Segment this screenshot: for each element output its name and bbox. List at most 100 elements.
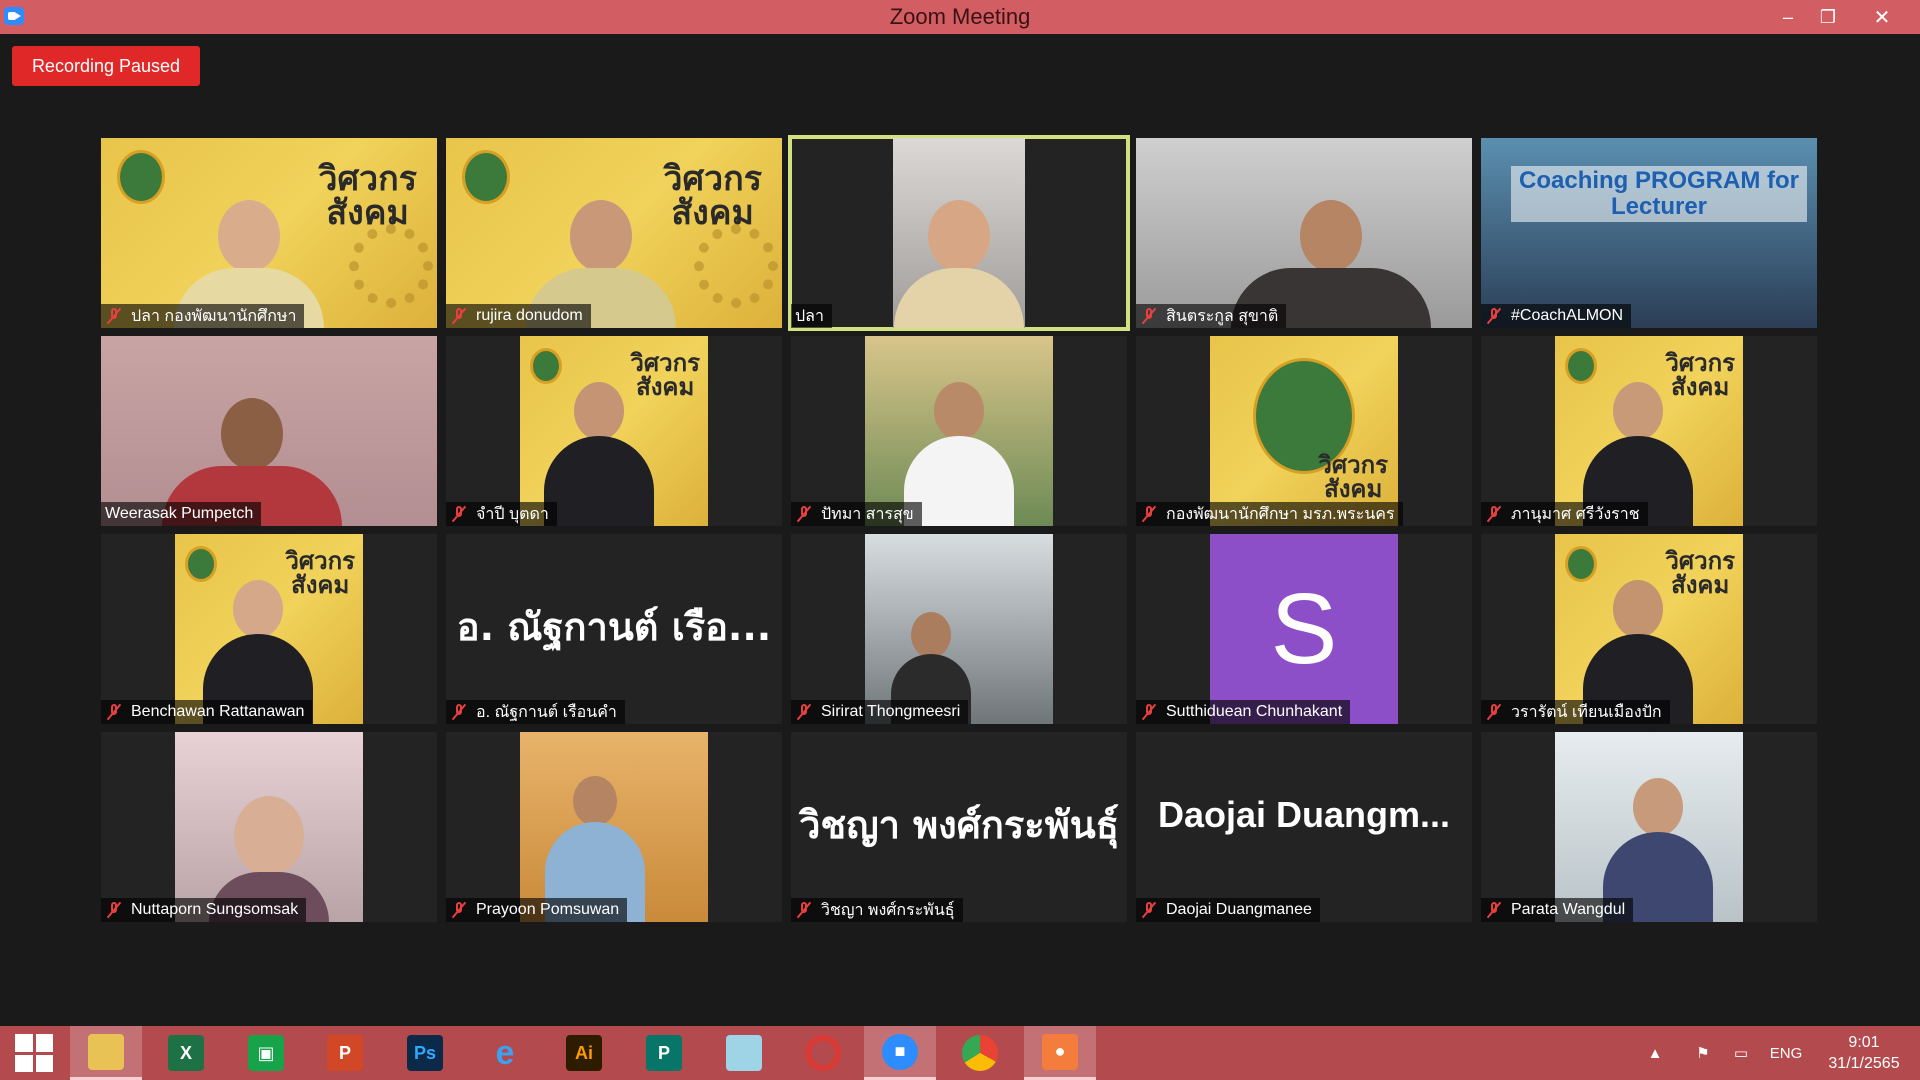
taskbar-photoshop[interactable]: Ps (389, 1026, 461, 1080)
participant-tile[interactable]: Nuttaporn Sungsomsak (101, 732, 437, 922)
mic-muted-icon (795, 901, 813, 919)
video-feed (1136, 138, 1472, 328)
participant-tile[interactable]: วิศวกร สังคม Benchawan Rattanawan (101, 534, 437, 724)
participant-tile[interactable]: สินตระกูล สุขาติ (1136, 138, 1472, 328)
photoscape-icon (805, 1035, 841, 1071)
participant-tile[interactable]: Sirirat Thongmeesri (791, 534, 1127, 724)
taskbar-clock[interactable]: 9:01 31/1/2565 (1812, 1032, 1916, 1074)
participant-name: สินตระกูล สุขาติ (1166, 307, 1279, 325)
mic-muted-icon (450, 703, 468, 721)
mic-muted-icon (795, 505, 813, 523)
video-feed (893, 138, 1025, 328)
participant-name-label: Parata Wangdul (1481, 898, 1634, 922)
taskbar-file-explorer[interactable] (70, 1026, 142, 1080)
gear-icon (694, 224, 778, 308)
participant-tile[interactable]: Prayoon Pomsuwan (446, 732, 782, 922)
video-feed (865, 534, 1053, 724)
taskbar-excel[interactable]: X (150, 1026, 222, 1080)
restore-button[interactable]: ❐ (1808, 0, 1848, 34)
participant-tile[interactable]: วิศวกร สังคม ภานุมาศ ศรีวังราช (1481, 336, 1817, 526)
recording-paused-badge[interactable]: Recording Paused (12, 46, 200, 86)
video-feed (175, 732, 363, 922)
mic-muted-icon (1485, 505, 1503, 523)
windows-logo-icon (15, 1034, 53, 1072)
action-center-flag-icon[interactable]: ⚑ (1688, 1026, 1718, 1080)
participant-name: จำปี บุตดา (476, 505, 549, 523)
participant-name-label: Prayoon Pomsuwan (446, 898, 628, 922)
participant-name: Sutthiduean Chunhakant (1166, 703, 1343, 720)
person (543, 382, 654, 526)
participant-tile[interactable]: วิชญา พงศ์กระพันธุ์ วิชญา พงศ์กระพันธุ์ (791, 732, 1127, 922)
participant-tile[interactable]: วิศวกร สังคม จำปี บุตดา (446, 336, 782, 526)
participant-name: #CoachALMON (1511, 307, 1624, 324)
network-icon[interactable]: ▭ (1726, 1026, 1756, 1080)
publisher-icon: P (646, 1035, 682, 1071)
participant-name: อ. ณัฐกานต์ เรือนคำ (476, 703, 617, 721)
university-logo (462, 150, 510, 204)
participant-name: Benchawan Rattanawan (131, 703, 305, 720)
taskbar-chrome[interactable] (944, 1026, 1016, 1080)
participant-tile[interactable]: ปัทมา สารสุข (791, 336, 1127, 526)
participant-name-label: วิชญา พงศ์กระพันธุ์ (791, 898, 963, 922)
taskbar-powerpoint[interactable]: P (309, 1026, 381, 1080)
participant-name: Nuttaporn Sungsomsak (131, 901, 299, 918)
video-feed (865, 336, 1053, 526)
taskbar-publisher[interactable]: P (628, 1026, 700, 1080)
participant-tile[interactable]: วิศวกร สังคม วรารัตน์ เทียนเมืองปัก (1481, 534, 1817, 724)
participant-tile[interactable]: อ. ณัฐกานต์ เรือ... อ. ณัฐกานต์ เรือนคำ (446, 534, 782, 724)
close-button[interactable]: ✕ (1862, 0, 1902, 34)
participant-tile-active-speaker[interactable]: ปลา (788, 135, 1130, 331)
mic-muted-icon (1485, 307, 1503, 325)
participant-tile[interactable]: Coaching PROGRAM for Lecturer #CoachALMO… (1481, 138, 1817, 328)
participant-avatar: S (1210, 534, 1398, 724)
mic-muted-icon (450, 307, 468, 325)
taskbar-notepad[interactable] (708, 1026, 780, 1080)
mic-muted-icon (105, 703, 123, 721)
university-logo (530, 348, 562, 384)
taskbar-screen-recorder[interactable]: ● (1024, 1026, 1096, 1080)
show-hidden-icons-button[interactable]: ▲ (1640, 1026, 1670, 1080)
participant-name: Daojai Duangmanee (1166, 901, 1312, 918)
zoom-icon: ■ (882, 1033, 918, 1070)
language-indicator[interactable]: ENG (1766, 1026, 1806, 1080)
taskbar-zoom[interactable]: ■ (864, 1026, 936, 1080)
participant-tile[interactable]: S Sutthiduean Chunhakant (1136, 534, 1472, 724)
participant-name: กองพัฒนานักศึกษา มรภ.พระนคร (1166, 505, 1395, 523)
participant-tile[interactable]: วิศวกร สังคม กองพัฒนานักศึกษา มรภ.พระนคร (1136, 336, 1472, 526)
video-feed (520, 732, 708, 922)
mic-muted-icon (450, 505, 468, 523)
mic-muted-icon (105, 901, 123, 919)
participant-name-label: Daojai Duangmanee (1136, 898, 1320, 922)
video-feed: วิศวกร สังคม (1555, 534, 1743, 724)
participant-name-label: ปลา กองพัฒนานักศึกษา (101, 304, 305, 328)
mic-muted-icon (1140, 901, 1158, 919)
video-feed: Coaching PROGRAM for Lecturer (1481, 138, 1817, 328)
gallery-view: วิศวกร สังคม ปลา กองพัฒนานักศึกษา วิศวกร… (101, 135, 1819, 922)
participant-name-label: ปลา (791, 304, 832, 328)
participant-tile[interactable]: Parata Wangdul (1481, 732, 1817, 922)
taskbar-photoscape[interactable] (787, 1026, 859, 1080)
chrome-icon (962, 1035, 998, 1071)
participant-name: Weerasak Pumpetch (105, 505, 254, 522)
participant-tile[interactable]: Daojai Duangm... Daojai Duangmanee (1136, 732, 1472, 922)
video-feed: วิศวกร สังคม (520, 336, 708, 526)
taskbar-internet-explorer[interactable]: e (469, 1026, 541, 1080)
minimize-button[interactable]: – (1768, 0, 1808, 34)
window-title: Zoom Meeting (889, 4, 1031, 29)
participant-name-label: Nuttaporn Sungsomsak (101, 898, 307, 922)
participant-name: ปลา (795, 307, 824, 325)
participant-tile[interactable]: วิศวกร สังคม ปลา กองพัฒนานักศึกษา (101, 138, 437, 328)
taskbar-store[interactable]: ▣ (230, 1026, 302, 1080)
video-feed: วิศวกร สังคม (446, 138, 782, 328)
participant-name-label: #CoachALMON (1481, 304, 1632, 328)
participant-name: rujira donudom (476, 307, 583, 324)
mic-muted-icon (105, 307, 123, 325)
participant-tile[interactable]: Weerasak Pumpetch (101, 336, 437, 526)
mic-muted-icon (1140, 703, 1158, 721)
start-button[interactable] (0, 1026, 68, 1080)
taskbar-illustrator[interactable]: Ai (548, 1026, 620, 1080)
participant-name: Prayoon Pomsuwan (476, 901, 620, 918)
participant-tile[interactable]: วิศวกร สังคม rujira donudom (446, 138, 782, 328)
participant-name-label: rujira donudom (446, 304, 591, 328)
participant-display-name: Daojai Duangm... (1157, 794, 1451, 835)
